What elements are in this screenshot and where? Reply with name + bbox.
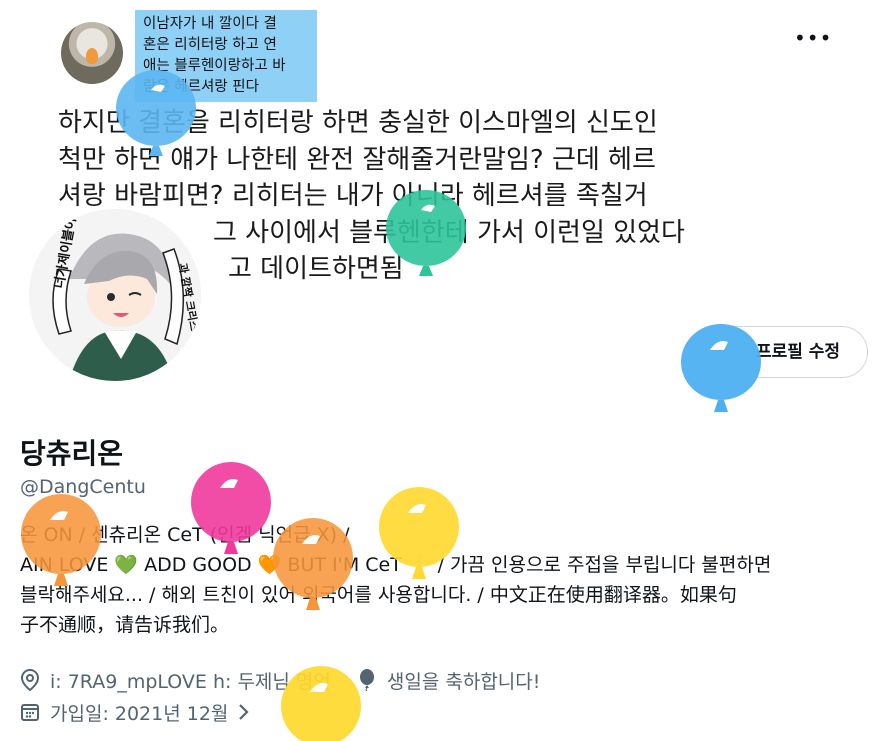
- chevron-right-icon[interactable]: [236, 703, 252, 721]
- highlight-line: 혼은 리히터랑 하고 연: [143, 37, 277, 53]
- profile-name: 당츄리온: [20, 437, 124, 470]
- bio-line: 子不通顺，请告诉我们。: [20, 614, 230, 636]
- calendar-icon: [21, 704, 39, 721]
- highlight-line: 이남자가 내 깔이다 결: [143, 16, 277, 32]
- birthday-balloon-blue: [116, 70, 196, 156]
- birthday-balloon-blue-2: [681, 324, 761, 412]
- birthday-balloon-green: [386, 190, 466, 276]
- duck-image: [61, 22, 123, 84]
- profile-avatar[interactable]: 너가제이블이 과 깜짝 크리스마스다: [24, 204, 206, 386]
- birthday-balloon-yellow-2: [281, 666, 361, 741]
- birthday-balloon-yellow: [379, 487, 459, 579]
- birthday-balloon-orange: [21, 494, 101, 586]
- joined-text: 가입일: 2021년 12월: [50, 702, 229, 725]
- location-icon: [20, 669, 40, 691]
- birthday-text: 생일을 축하합니다!: [386, 670, 541, 693]
- more-icon[interactable]: •••: [794, 26, 832, 50]
- avatar-illustration: 너가제이블이 과 깜짝 크리스마스다: [29, 209, 201, 381]
- birthday-balloon-pink: [191, 462, 271, 554]
- birthday-balloon-orange-2: [273, 518, 353, 610]
